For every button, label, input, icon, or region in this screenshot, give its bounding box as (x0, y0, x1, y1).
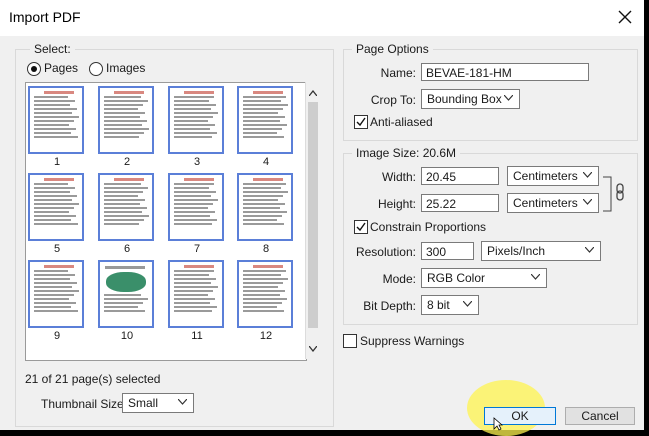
link-bracket-icon (603, 176, 624, 212)
scroll-up-icon[interactable] (309, 90, 317, 96)
width-label: Width: (381, 170, 416, 184)
image-size-legend: Image Size: 20.6M (352, 146, 461, 160)
name-field[interactable]: BEVAE-181-HM (421, 63, 589, 81)
page-preview (168, 86, 224, 154)
height-unit-value: Centimeters (513, 196, 578, 210)
bit-depth-select[interactable]: 8 bit (421, 295, 479, 315)
width-field[interactable]: 20.45 (421, 167, 499, 185)
images-radio[interactable] (89, 62, 103, 76)
constrain-proportions-checkbox[interactable] (354, 220, 368, 234)
thumbnail-size-value: Small (128, 396, 159, 410)
page-thumbnail[interactable]: 4 (235, 85, 297, 169)
chevron-down-icon (531, 274, 540, 280)
page-number: 10 (120, 330, 134, 342)
height-label: Height: (377, 197, 416, 211)
page-options-legend: Page Options (352, 42, 433, 56)
page-preview (237, 260, 293, 328)
bit-depth-value: 8 bit (427, 298, 450, 312)
import-pdf-dialog: Import PDF Select: Pages Images 12345678… (0, 0, 644, 436)
page-thumbnail[interactable]: 9 (26, 259, 88, 343)
selection-status: 21 of 21 page(s) selected (25, 372, 161, 386)
close-icon[interactable] (616, 8, 634, 26)
page-number: 9 (53, 330, 61, 342)
page-number: 12 (259, 330, 273, 342)
name-label: Name: (380, 66, 416, 80)
mode-select[interactable]: RGB Color (421, 268, 547, 288)
height-field[interactable]: 25.22 (421, 194, 499, 212)
pages-radio-label[interactable]: Pages (44, 61, 78, 75)
pages-radio[interactable] (27, 62, 41, 76)
cancel-button[interactable]: Cancel (565, 407, 635, 425)
chevron-down-icon (585, 247, 594, 253)
page-thumbnail-list[interactable]: 1 2 3 4 5 6 7 8 9 10 11 12 (25, 82, 307, 361)
page-thumbnail[interactable]: 8 (235, 172, 297, 256)
page-preview (28, 260, 84, 328)
page-number: 7 (193, 243, 201, 255)
page-number: 6 (123, 243, 131, 255)
constrain-proportions-label[interactable]: Constrain Proportions (370, 220, 486, 234)
page-thumbnail[interactable]: 7 (166, 172, 228, 256)
crop-to-select[interactable]: Bounding Box (421, 89, 520, 109)
resolution-field[interactable]: 300 (421, 242, 474, 260)
scroll-down-icon[interactable] (309, 346, 317, 352)
page-thumbnail[interactable]: 1 (26, 85, 88, 169)
page-thumbnail[interactable]: 12 (235, 259, 297, 343)
page-thumbnail[interactable]: 11 (166, 259, 228, 343)
page-preview (98, 86, 154, 154)
chevron-down-icon (178, 399, 187, 405)
resolution-label: Resolution: (355, 245, 416, 259)
mouse-pointer-icon (493, 417, 503, 431)
bit-depth-label: Bit Depth: (363, 299, 416, 313)
anti-aliased-label[interactable]: Anti-aliased (370, 115, 433, 129)
images-radio-label[interactable]: Images (106, 61, 145, 75)
anti-aliased-checkbox[interactable] (354, 115, 368, 129)
mode-value: RGB Color (427, 271, 486, 285)
page-number: 1 (53, 156, 61, 168)
checkmark-icon (356, 117, 366, 127)
page-number: 2 (123, 156, 131, 168)
page-number: 5 (53, 243, 61, 255)
page-number: 4 (262, 156, 270, 168)
page-preview (98, 260, 154, 328)
scroll-thumb[interactable] (308, 102, 318, 328)
resolution-unit-select[interactable]: Pixels/Inch (481, 241, 601, 261)
page-thumbnail[interactable]: 3 (166, 85, 228, 169)
thumbnail-scrollbar[interactable] (305, 82, 320, 359)
chevron-down-icon (583, 199, 592, 205)
checkmark-icon (356, 222, 366, 232)
page-thumbnail[interactable]: 5 (26, 172, 88, 256)
page-number: 8 (262, 243, 270, 255)
window-title: Import PDF (9, 9, 81, 25)
page-thumbnail[interactable]: 10 (96, 259, 158, 343)
mode-label: Mode: (382, 272, 416, 286)
suppress-warnings-label[interactable]: Suppress Warnings (360, 334, 464, 348)
page-number: 11 (191, 330, 203, 342)
select-legend: Select: (30, 42, 75, 56)
page-preview (168, 173, 224, 241)
page-preview (237, 173, 293, 241)
width-unit-value: Centimeters (513, 169, 578, 183)
page-preview (28, 86, 84, 154)
page-thumbnail[interactable]: 2 (96, 85, 158, 169)
height-unit-select[interactable]: Centimeters (507, 193, 599, 213)
chevron-down-icon (583, 172, 592, 178)
crop-to-label: Crop To: (370, 93, 416, 107)
width-unit-select[interactable]: Centimeters (507, 166, 599, 186)
page-preview (168, 260, 224, 328)
page-number: 3 (193, 156, 201, 168)
resolution-unit-value: Pixels/Inch (487, 244, 546, 258)
page-preview (98, 173, 154, 241)
title-bar: Import PDF (0, 0, 644, 36)
chevron-down-icon (504, 95, 513, 101)
crop-to-value: Bounding Box (427, 92, 502, 106)
page-preview (237, 86, 293, 154)
suppress-warnings-checkbox[interactable] (343, 334, 357, 348)
page-preview (28, 173, 84, 241)
chevron-down-icon (463, 301, 472, 307)
thumbnail-size-label: Thumbnail Size: (41, 397, 128, 411)
thumbnail-size-select[interactable]: Small (122, 393, 194, 413)
page-thumbnail[interactable]: 6 (96, 172, 158, 256)
